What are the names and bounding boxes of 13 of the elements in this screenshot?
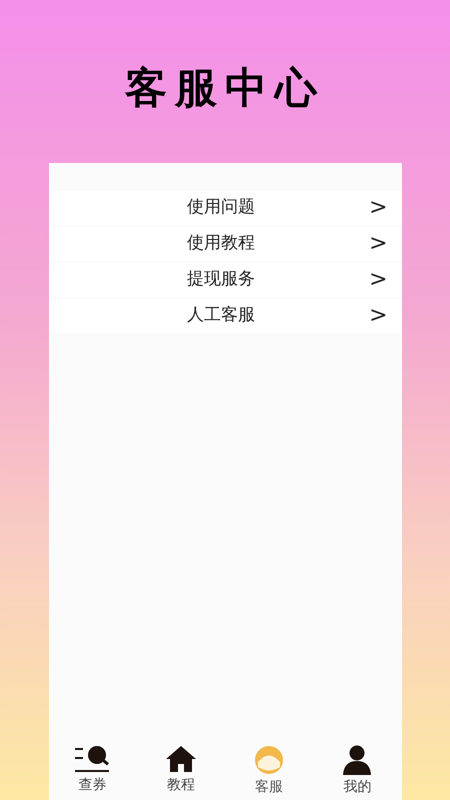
- page-title: 客服中心: [125, 62, 325, 114]
- nav-tab[interactable]: 客服: [225, 745, 314, 798]
- house-icon: [164, 745, 197, 773]
- menu-item[interactable]: 提现服务 >: [48, 263, 402, 297]
- search-icon: [74, 745, 111, 773]
- nav-tab[interactable]: 我的: [313, 745, 402, 798]
- face-icon: [253, 745, 286, 775]
- menu-item[interactable]: 使用问题 >: [48, 191, 402, 225]
- user-icon: [341, 745, 374, 775]
- menu-item[interactable]: 使用教程 >: [48, 227, 402, 261]
- menu-item[interactable]: 人工客服 >: [48, 299, 402, 333]
- nav-tab[interactable]: 教程: [136, 745, 225, 798]
- nav-tab[interactable]: 查券: [48, 745, 137, 798]
